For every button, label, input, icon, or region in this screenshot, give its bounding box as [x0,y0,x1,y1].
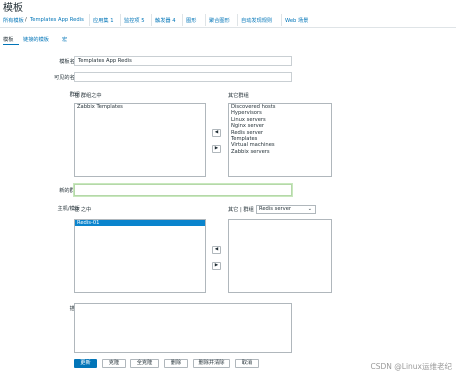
arrow-left-icon: ◀ [214,247,219,252]
new-group-input[interactable] [74,184,292,196]
other-groups-caption: 其它群组 [228,93,249,99]
in-hosts-caption: 在 之中 [74,207,92,213]
crumb-triggers[interactable]: 触发器 4 [155,17,176,24]
crumb-divider [237,14,238,26]
watermark: CSDN @Linux运维老纪 [370,362,452,371]
new-group-label: 新的群组 [59,188,80,194]
host-group-select[interactable]: Redis server ⌄ [256,205,316,214]
tab-macros[interactable]: 宏 [62,36,67,43]
crumb-screens[interactable]: 聚合图形 [209,17,230,24]
visible-name-input[interactable] [74,72,292,82]
crumb-divider [89,14,90,26]
move-host-right-button[interactable]: ▶ [212,262,221,270]
list-item[interactable]: Zabbix Templates [75,104,205,110]
move-left-button[interactable]: ◀ [212,129,221,137]
arrow-right-icon: ▶ [214,146,219,151]
description-label: 描述 [0,305,80,312]
page-title: 模板 [3,3,23,14]
other-hosts-list[interactable] [228,219,332,293]
other-groups-list[interactable]: Discovered hosts Hypervisors Linux serve… [228,103,332,177]
crumb-items-count: 5 [141,18,145,24]
delete-and-clear-button[interactable]: 删除并清除 [193,359,230,368]
crumb-triggers-label: 触发器 [155,18,171,24]
crumb-items[interactable]: 监控项 5 [124,17,145,24]
crumb-divider [205,14,206,26]
crumb-applications[interactable]: 应用集 1 [93,17,114,24]
hosts-label: 主机/模板 [57,206,81,212]
breadcrumb: 所有模板 / Templates App Redis 应用集 1 监控项 5 触… [0,14,456,28]
list-item[interactable]: Zabbix servers [229,149,331,155]
host-group-select-value: Redis server [259,206,292,212]
cancel-button[interactable]: 取消 [235,359,259,368]
template-name-input[interactable]: Templates App Redis [74,56,292,66]
crumb-divider [182,14,183,26]
update-button[interactable]: 更新 [74,359,97,368]
clone-button[interactable]: 克隆 [102,359,126,368]
in-groups-caption: 在 群组之中 [74,93,102,99]
other-hosts-caption: 其它 | 群组 [228,207,254,213]
crumb-web-scenarios[interactable]: Web 场景 [285,17,308,24]
tab-linked-templates[interactable]: 链接的模板 [23,36,49,43]
in-hosts-list[interactable]: Redis-01 [74,219,206,293]
crumb-applications-count: 1 [110,18,114,24]
crumb-discovery-rules[interactable]: 自动发现规则 [241,17,272,24]
crumb-divider [120,14,121,26]
form-tabs: 模板 链接的模板 宏 [0,35,456,44]
crumb-triggers-count: 4 [172,18,176,24]
arrow-right-icon: ▶ [214,263,219,268]
description-textarea[interactable] [74,303,292,353]
crumb-graphs[interactable]: 图形 [186,17,196,24]
move-host-left-button[interactable]: ◀ [212,246,221,254]
crumb-separator: / [25,17,27,23]
crumb-applications-label: 应用集 [93,18,109,24]
crumb-all-templates[interactable]: 所有模板 [3,17,24,24]
crumb-divider [281,14,282,26]
tab-template[interactable]: 模板 [3,36,13,43]
active-tab-indicator [3,44,19,45]
delete-button[interactable]: 删除 [164,359,188,368]
groups-label: 群组 [69,92,80,98]
in-groups-list[interactable]: Zabbix Templates [74,103,206,177]
crumb-divider [151,14,152,26]
chevron-down-icon: ⌄ [307,206,312,212]
crumb-current-template[interactable]: Templates App Redis [30,17,84,23]
visible-name-label: 可见的名称 [54,75,80,81]
move-right-button[interactable]: ▶ [212,145,221,153]
full-clone-button[interactable]: 全克隆 [130,359,159,368]
template-name-label: 模板名称 [59,59,80,65]
crumb-items-label: 监控项 [124,18,140,24]
arrow-left-icon: ◀ [214,130,219,135]
list-item[interactable]: Redis-01 [75,220,205,227]
